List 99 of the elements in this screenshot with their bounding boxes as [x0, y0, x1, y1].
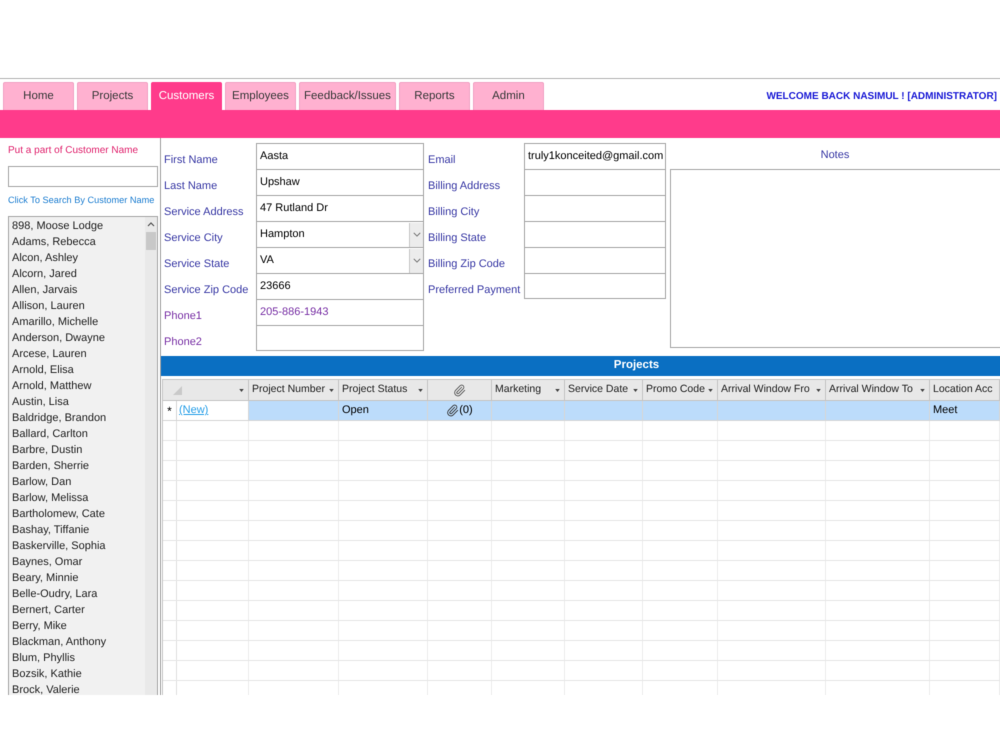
search-field[interactable]	[8, 166, 158, 187]
nav-tab[interactable]: Home	[3, 82, 74, 110]
column-header[interactable]: Project Status	[342, 382, 408, 398]
text-field[interactable]: Aasta	[256, 143, 424, 169]
column-header[interactable]: Promo Code	[646, 382, 705, 398]
dropdown-arrow-icon[interactable]	[329, 388, 334, 392]
text-field[interactable]	[524, 247, 666, 273]
list-item[interactable]: Arnold, Matthew	[9, 378, 145, 394]
list-item[interactable]: Ballard, Carlton	[9, 426, 145, 442]
list-item[interactable]: 898, Moose Lodge	[9, 218, 145, 234]
field-label: Billing Zip Code	[428, 258, 506, 270]
list-item[interactable]: Amarillo, Michelle	[9, 314, 145, 330]
list-item[interactable]: Beary, Minnie	[9, 570, 145, 586]
list-item[interactable]: Barbre, Dustin	[9, 442, 145, 458]
field-label: Service City	[164, 232, 223, 244]
welcome-text: WELCOME BACK NASIMUL ! [ADMINISTRATOR]	[766, 90, 997, 104]
text-field[interactable]	[524, 195, 666, 221]
list-item[interactable]: Barlow, Melissa	[9, 490, 145, 506]
list-item[interactable]: Bashay, Tiffanie	[9, 522, 145, 538]
text-field[interactable]	[524, 169, 666, 195]
field-label: Email	[428, 154, 456, 166]
list-item[interactable]: Blackman, Anthony	[9, 634, 145, 650]
text-field[interactable]: truly1konceited@gmail.com	[524, 143, 666, 169]
text-field[interactable]	[256, 325, 424, 351]
field-label: Last Name	[164, 180, 218, 192]
column-header[interactable]: Location Acc	[933, 382, 993, 398]
column-header[interactable]: Marketing	[495, 382, 542, 398]
field-label: Billing Address	[428, 180, 500, 192]
dropdown-arrow-icon[interactable]	[816, 388, 821, 392]
list-item[interactable]: Brock, Valerie	[9, 682, 145, 695]
column-header[interactable]: Project Number	[252, 382, 325, 398]
customer-list[interactable]	[8, 216, 158, 695]
text-field[interactable]: 205-886-1943	[256, 299, 424, 325]
text-field[interactable]: 47 Rutland Dr	[256, 195, 424, 221]
list-item[interactable]: Bozsik, Kathie	[9, 666, 145, 682]
list-item[interactable]: Arcese, Lauren	[9, 346, 145, 362]
list-item[interactable]: Adams, Rebecca	[9, 234, 145, 250]
attachment-count: (0)	[459, 403, 473, 418]
list-item[interactable]: Barlow, Dan	[9, 474, 145, 490]
list-item[interactable]: Arnold, Elisa	[9, 362, 145, 378]
field-label: Phone2	[164, 336, 202, 348]
nav-tab[interactable]: Reports	[398, 82, 470, 110]
dropdown-arrow-icon[interactable]	[418, 388, 423, 392]
list-item[interactable]: Baskerville, Sophia	[9, 538, 145, 554]
list-item[interactable]: Bernert, Carter	[9, 602, 145, 618]
list-item[interactable]: Berry, Mike	[9, 618, 145, 634]
grid-row[interactable]: * (New) Open (0) Meet	[163, 401, 1000, 421]
scroll-up-icon[interactable]	[147, 222, 155, 227]
list-item[interactable]: Baldridge, Brandon	[9, 410, 145, 426]
list-item[interactable]: Baynes, Omar	[9, 554, 145, 570]
row-selector[interactable]: *	[163, 401, 177, 420]
field-label: Phone1	[164, 310, 202, 322]
chevron-down-icon[interactable]	[409, 222, 423, 246]
scrollbar-thumb[interactable]	[146, 232, 156, 250]
scrollbar[interactable]	[145, 217, 157, 695]
search-link[interactable]: Click To Search By Customer Name	[8, 194, 160, 207]
dropdown-arrow-icon[interactable]	[920, 388, 925, 392]
list-item[interactable]: Belle-Oudry, Lara	[9, 586, 145, 602]
dropdown-arrow-icon[interactable]	[633, 388, 638, 392]
list-item[interactable]: Blum, Phyllis	[9, 650, 145, 666]
dropdown-arrow-icon[interactable]	[708, 388, 713, 392]
list-item[interactable]: Bartholomew, Cate	[9, 506, 145, 522]
nav-tab[interactable]: Admin	[472, 82, 544, 110]
list-item[interactable]: Barden, Sherrie	[9, 458, 145, 474]
list-item[interactable]: Austin, Lisa	[9, 394, 145, 410]
subform-title: Projects	[161, 356, 1000, 376]
list-item[interactable]: Anderson, Dwayne	[9, 330, 145, 346]
column-header[interactable]: Arrival Window To	[829, 382, 913, 398]
paperclip-icon[interactable]	[446, 404, 460, 417]
notes-field[interactable]	[670, 169, 1000, 348]
nav-tab[interactable]: Projects	[77, 82, 148, 110]
field-label: Preferred Payment	[428, 284, 520, 296]
field-label: First Name	[164, 154, 218, 166]
grid-value: Meet	[933, 403, 958, 418]
field-label: Service Address	[164, 206, 244, 218]
column-header[interactable]: Arrival Window Fro	[721, 382, 810, 398]
field-label: Service State	[164, 258, 230, 270]
text-field[interactable]	[524, 221, 666, 247]
text-field[interactable]	[524, 273, 666, 299]
dropdown-field[interactable]: Hampton	[256, 221, 424, 247]
list-item[interactable]: Alcon, Ashley	[9, 250, 145, 266]
list-item[interactable]: Alcorn, Jared	[9, 266, 145, 282]
chevron-down-icon[interactable]	[409, 248, 423, 272]
field-label: Billing City	[428, 206, 480, 218]
column-header[interactable]: Service Date	[568, 382, 628, 398]
text-field[interactable]: Upshaw	[256, 169, 424, 195]
search-label: Put a part of Customer Name	[8, 144, 140, 157]
dropdown-arrow-icon[interactable]	[239, 388, 244, 392]
nav-tab[interactable]: Feedback/Issues	[299, 82, 396, 110]
field-label: Billing State	[428, 232, 486, 244]
notes-label: Notes	[820, 148, 850, 163]
list-item[interactable]: Allen, Jarvais	[9, 282, 145, 298]
nav-tab[interactable]: Employees	[225, 82, 296, 110]
list-item[interactable]: Allison, Lauren	[9, 298, 145, 314]
text-field[interactable]: 23666	[256, 273, 424, 299]
dropdown-arrow-icon[interactable]	[555, 388, 560, 392]
field-label: Service Zip Code	[164, 284, 248, 296]
dropdown-field[interactable]: VA	[256, 247, 424, 273]
grid-value: Open	[342, 403, 369, 418]
